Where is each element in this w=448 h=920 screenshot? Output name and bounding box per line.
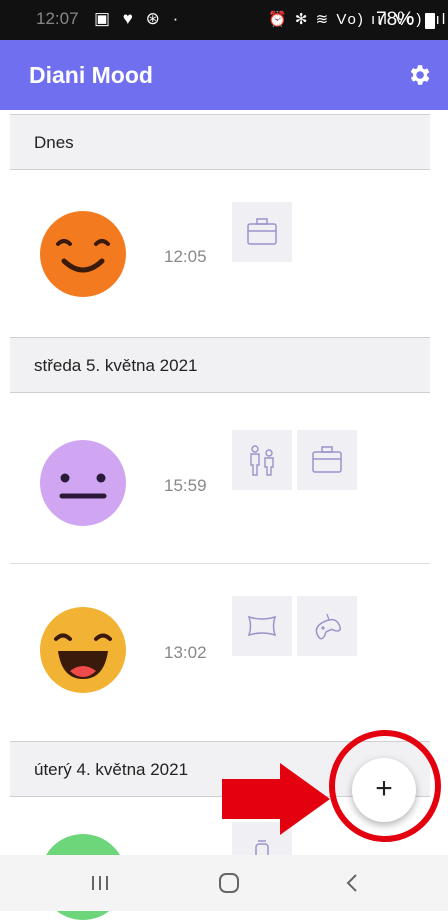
app-bar: Diani Mood (0, 40, 448, 110)
day-header-today: Dnes (10, 114, 430, 170)
system-nav-bar (0, 855, 448, 911)
briefcase-icon (312, 446, 342, 473)
status-left-icons: ▣ ♥ ⊛ · (94, 9, 183, 28)
entry-time: 12:05 (164, 247, 207, 266)
app-title: Diani Mood (29, 62, 153, 88)
entry-time: 13:02 (164, 643, 207, 662)
activity-work (232, 202, 292, 262)
home-icon[interactable] (199, 865, 259, 901)
gamepad-icon (315, 613, 341, 640)
entry-time: 15:59 (164, 476, 207, 495)
add-mood-button[interactable]: + (352, 758, 416, 822)
activity-work (297, 430, 357, 490)
back-icon[interactable] (322, 865, 382, 901)
battery-percent: 78% (376, 9, 415, 30)
neutral-face-icon (40, 440, 126, 526)
gear-icon[interactable] (406, 62, 432, 88)
battery-icon (425, 13, 435, 29)
entry-divider (10, 563, 430, 564)
meeting-icon (250, 445, 274, 476)
annotation-arrow-icon (222, 763, 330, 835)
smiling-face-icon (40, 211, 126, 297)
activity-meeting (232, 430, 292, 490)
activity-gaming (297, 596, 357, 656)
recents-icon[interactable] (70, 865, 130, 901)
day-header-label: středa 5. května 2021 (34, 356, 198, 375)
activity-sleep (232, 596, 292, 656)
briefcase-icon (247, 218, 277, 245)
laughing-face-icon (40, 607, 126, 693)
status-bar: 12:07 ▣ ♥ ⊛ · ⏰ ✻ ≋ Vo) ııl Vo) ııl 78% (0, 0, 448, 40)
day-header-label: úterý 4. května 2021 (34, 760, 189, 779)
pillow-icon (247, 615, 277, 637)
plus-icon: + (375, 772, 393, 805)
day-header-label: Dnes (34, 133, 74, 152)
day-header-wednesday: středa 5. května 2021 (10, 337, 430, 393)
status-right-icons: ⏰ ✻ ≋ Vo) ııl Vo) ııl (268, 11, 448, 28)
status-time: 12:07 (36, 9, 79, 28)
